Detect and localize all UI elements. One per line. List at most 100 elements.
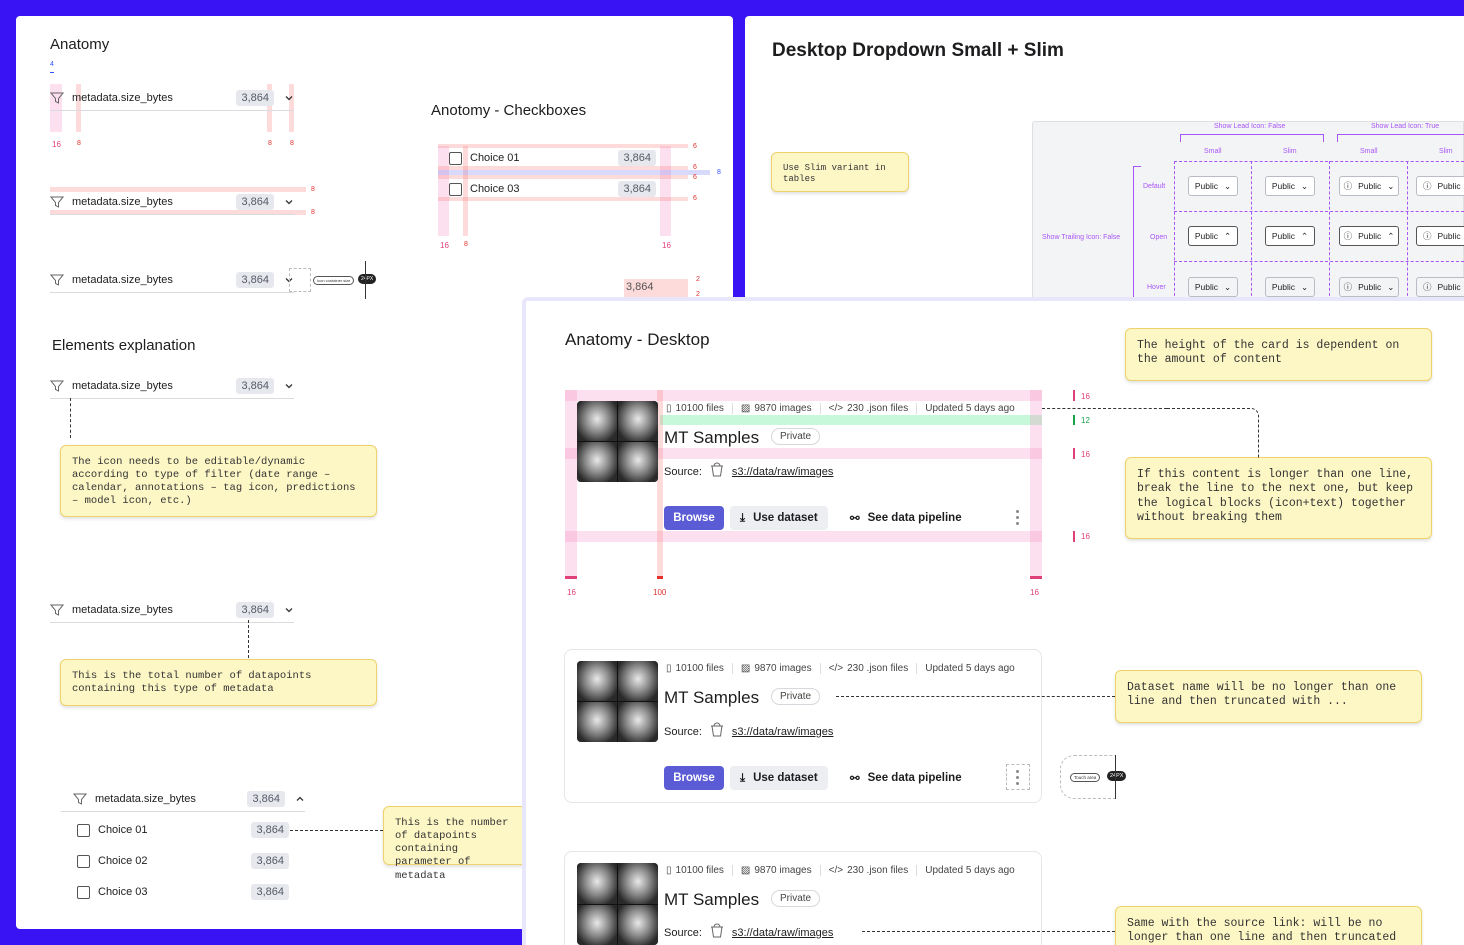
dropdown-open-slim-lead[interactable]: ⓘ Public <box>1416 226 1464 246</box>
count-badge: 3,864 <box>236 377 274 394</box>
checkbox[interactable] <box>449 182 462 196</box>
chevron-down-icon[interactable] <box>284 605 294 615</box>
dd-label: Public <box>1437 282 1461 292</box>
filter-row-3[interactable]: metadata.size_bytes 3,864 <box>50 267 294 293</box>
choice-row-3[interactable]: Choice 03 3,864 <box>77 881 289 903</box>
dropdown-title: Desktop Dropdown Small + Slim <box>772 40 1064 61</box>
connector-line <box>1042 408 1167 409</box>
dropdown-open-slim[interactable]: Public ⌃ <box>1265 226 1315 246</box>
card-title[interactable]: MT Samples <box>664 428 759 448</box>
chevron-down-icon[interactable] <box>284 381 294 391</box>
choice-row-1[interactable]: Choice 01 3,864 <box>77 819 289 841</box>
connector-line <box>1167 408 1259 458</box>
dataset-thumbnail <box>577 401 658 482</box>
dropdown-hover-small-lead[interactable]: ⓘ Public ⌄ <box>1339 277 1399 297</box>
state-hover: Hover <box>1147 284 1166 291</box>
see-pipeline-button[interactable]: ⚯ See data pipeline <box>850 766 962 790</box>
source-link[interactable]: s3://data/raw/images <box>732 726 834 738</box>
info-icon: ⓘ <box>1343 181 1353 191</box>
note-longer: If this content is longer than one line,… <box>1125 457 1432 539</box>
dd-label: Public <box>1358 282 1382 292</box>
mark-12: 12 <box>1081 416 1090 425</box>
filter-row-2[interactable]: metadata.size_bytes 3,864 <box>50 189 294 215</box>
browse-button[interactable]: Browse <box>664 766 724 790</box>
guide-cb-8-blue <box>438 170 710 175</box>
dropdown-default-small[interactable]: Public ⌄ <box>1188 176 1238 196</box>
chevron-up-icon[interactable] <box>295 794 305 804</box>
touch-label: Icon container size <box>313 276 355 285</box>
mark-8-blue: 8 <box>717 169 721 176</box>
source-link[interactable]: s3://data/raw/images <box>732 466 834 478</box>
col-slim-1: Slim <box>1283 148 1297 155</box>
mark-6c: 6 <box>693 174 697 181</box>
guide-bot <box>565 531 1042 542</box>
card-title[interactable]: MT Samples <box>664 688 759 708</box>
filter-icon <box>50 91 66 105</box>
count-badge: 3,864 <box>236 89 274 106</box>
meta-files: ▯ 10100 files <box>666 403 733 414</box>
filter-row-4[interactable]: metadata.size_bytes 3,864 <box>50 373 294 399</box>
meta-images: ▨ 9870 images <box>741 663 821 674</box>
code-icon: </> <box>828 663 844 674</box>
cb-choice-row-1[interactable]: Choice 01 3,864 <box>449 147 660 169</box>
chevron-down-icon: ⌄ <box>1301 180 1309 191</box>
dd-label: Public <box>1271 231 1296 241</box>
dropdown-open-small-lead[interactable]: ⓘ Public ⌃ <box>1339 226 1399 246</box>
browse-button[interactable]: Browse <box>664 506 724 530</box>
choice-row-2[interactable]: Choice 02 3,864 <box>77 850 289 872</box>
col-slim-2: Slim <box>1439 148 1453 155</box>
connector-line <box>290 830 383 831</box>
kebab-menu-icon[interactable] <box>1016 770 1020 785</box>
mark-8b: 8 <box>268 140 272 147</box>
anatomy-title: Anatomy <box>50 36 110 53</box>
connector-line <box>70 398 71 438</box>
filter-icon <box>50 603 66 617</box>
chevron-down-icon[interactable] <box>284 93 294 103</box>
mark-100: 100 <box>653 588 667 597</box>
checkbox[interactable] <box>449 151 462 165</box>
filter-row-5[interactable]: metadata.size_bytes 3,864 <box>50 597 294 623</box>
meta-files: ▯ 10100 files <box>666 865 733 876</box>
source-link[interactable]: s3://data/raw/images <box>732 927 834 939</box>
card-meta: ▯ 10100 files ▨ 9870 images </> 230 .json f… <box>666 865 1031 876</box>
count-badge: 3,864 <box>618 181 656 197</box>
dropdown-open-small[interactable]: Public ⌃ <box>1188 226 1238 246</box>
checkbox[interactable] <box>77 854 90 868</box>
checkbox[interactable] <box>77 823 90 837</box>
download-icon: ⤓ <box>740 511 746 524</box>
guide-left <box>565 390 577 578</box>
grid-line <box>1174 211 1464 212</box>
tick <box>1073 415 1075 425</box>
meta-updated: Updated 5 days ago <box>925 403 1015 414</box>
dropdown-hover-small[interactable]: Public ⌄ <box>1188 277 1238 297</box>
private-badge: Private <box>771 428 821 445</box>
guide-cb-left <box>438 146 449 236</box>
touch-dashed-box <box>289 268 311 292</box>
dropdown-default-slim[interactable]: Public ⌄ <box>1265 176 1315 196</box>
note-total: This is the total number of datapoints c… <box>60 659 377 706</box>
dropdown-default-slim-lead[interactable]: ⓘ Public <box>1416 176 1464 196</box>
dropdown-hover-slim-lead[interactable]: ⓘ Public <box>1416 277 1464 297</box>
cb-choice-row-3[interactable]: Choice 03 3,864 <box>449 178 660 200</box>
card-title[interactable]: MT Samples <box>664 890 759 910</box>
dropdown-default-small-lead[interactable]: ⓘ Public ⌄ <box>1339 176 1399 196</box>
tick <box>1073 390 1075 401</box>
use-dataset-button[interactable]: ⤓ Use dataset <box>730 766 828 790</box>
meta-json: </> 230 .json files <box>829 663 918 674</box>
filter-row-expanded[interactable]: metadata.size_bytes 3,864 <box>61 786 305 812</box>
filter-row[interactable]: metadata.size_bytes 3,864 <box>50 85 294 111</box>
chevron-down-icon[interactable] <box>284 197 294 207</box>
dropdown-hover-slim[interactable]: Public ⌄ <box>1265 277 1315 297</box>
file-icon: ▯ <box>666 663 672 674</box>
use-dataset-button[interactable]: ⤓ Use dataset <box>730 506 828 530</box>
filter-icon <box>73 792 89 806</box>
checkbox[interactable] <box>77 885 90 899</box>
mark-line-4 <box>50 72 54 73</box>
count-badge: 3,864 <box>251 853 289 869</box>
count-badge: 3,864 <box>618 150 656 166</box>
grid-line <box>1251 161 1252 306</box>
see-pipeline-button[interactable]: ⚯ See data pipeline <box>850 506 962 530</box>
filter-icon <box>50 273 66 287</box>
mark-6d: 6 <box>693 195 697 202</box>
kebab-menu-icon[interactable] <box>1016 510 1020 525</box>
